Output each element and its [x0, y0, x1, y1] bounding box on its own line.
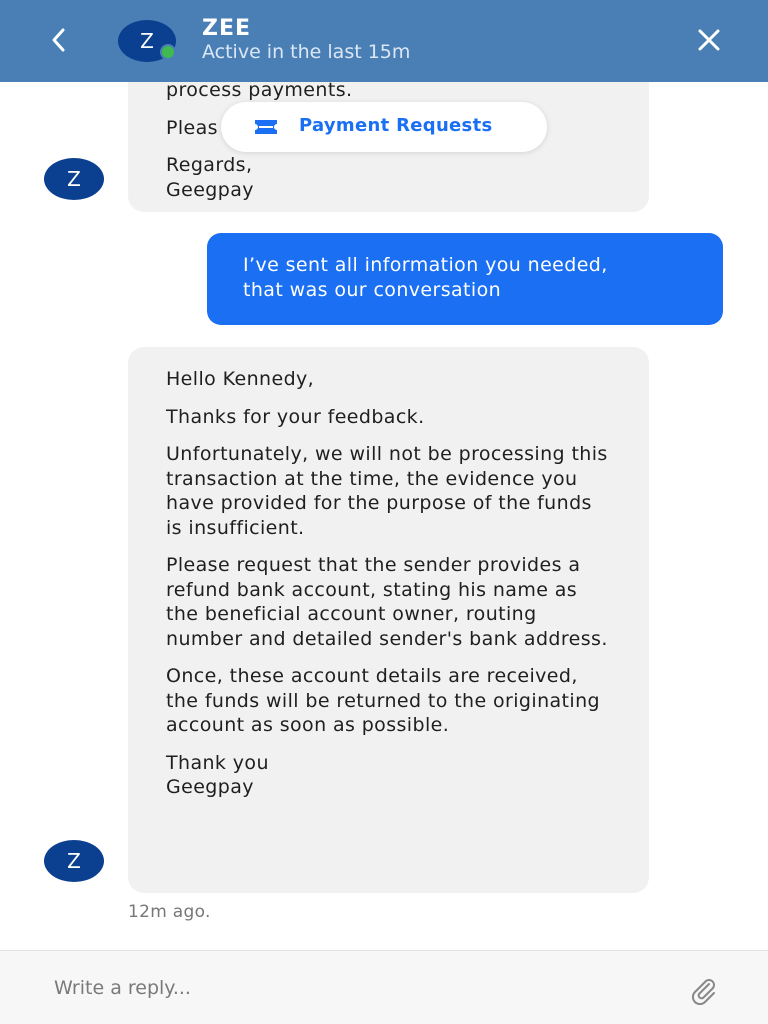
chevron-left-icon	[52, 28, 65, 52]
payment-requests-button[interactable]: Payment Requests	[221, 102, 547, 152]
message-greeting: Hello Kennedy,	[166, 368, 315, 390]
message-paragraph: Please request that the sender provides …	[166, 554, 608, 650]
payment-requests-label: Payment Requests	[299, 115, 493, 136]
message-paragraph: Thanks for your feedback.	[166, 405, 425, 428]
message-text: I’ve sent all information you needed,	[243, 254, 608, 276]
message-text: Geegpay	[166, 178, 254, 201]
reply-input[interactable]	[52, 967, 656, 1009]
contact-name: ZEE	[202, 16, 252, 41]
ticket-icon	[255, 120, 277, 134]
outgoing-message: I’ve sent all information you needed, th…	[207, 233, 723, 325]
incoming-message: Hello Kennedy, Thanks for your feedback.…	[128, 347, 649, 893]
reply-bar	[0, 950, 768, 1024]
sender-avatar: Z	[44, 158, 104, 200]
attach-button[interactable]	[688, 975, 718, 1006]
message-text: that was our conversation	[243, 278, 502, 301]
message-text: process payments.	[166, 82, 353, 101]
message-paragraph: Unfortunately, we will not be processing…	[166, 443, 608, 539]
message-signoff: Thank you	[166, 751, 269, 774]
message-timestamp: 12m ago.	[128, 902, 211, 922]
back-button[interactable]	[44, 24, 74, 56]
close-button[interactable]	[694, 24, 724, 56]
message-signature: Geegpay	[166, 776, 254, 798]
chat-header: Z ZEE Active in the last 15m	[0, 0, 768, 82]
message-text: Regards,	[166, 154, 253, 176]
message-paragraph: Once, these account details are received…	[166, 665, 600, 736]
close-icon	[698, 29, 720, 51]
sender-avatar: Z	[44, 840, 104, 882]
contact-status: Active in the last 15m	[202, 41, 411, 63]
paperclip-icon	[691, 979, 715, 1006]
online-status-dot	[160, 44, 176, 60]
message-list[interactable]: process payments. Pleas Regards, Geegpay…	[0, 82, 768, 950]
